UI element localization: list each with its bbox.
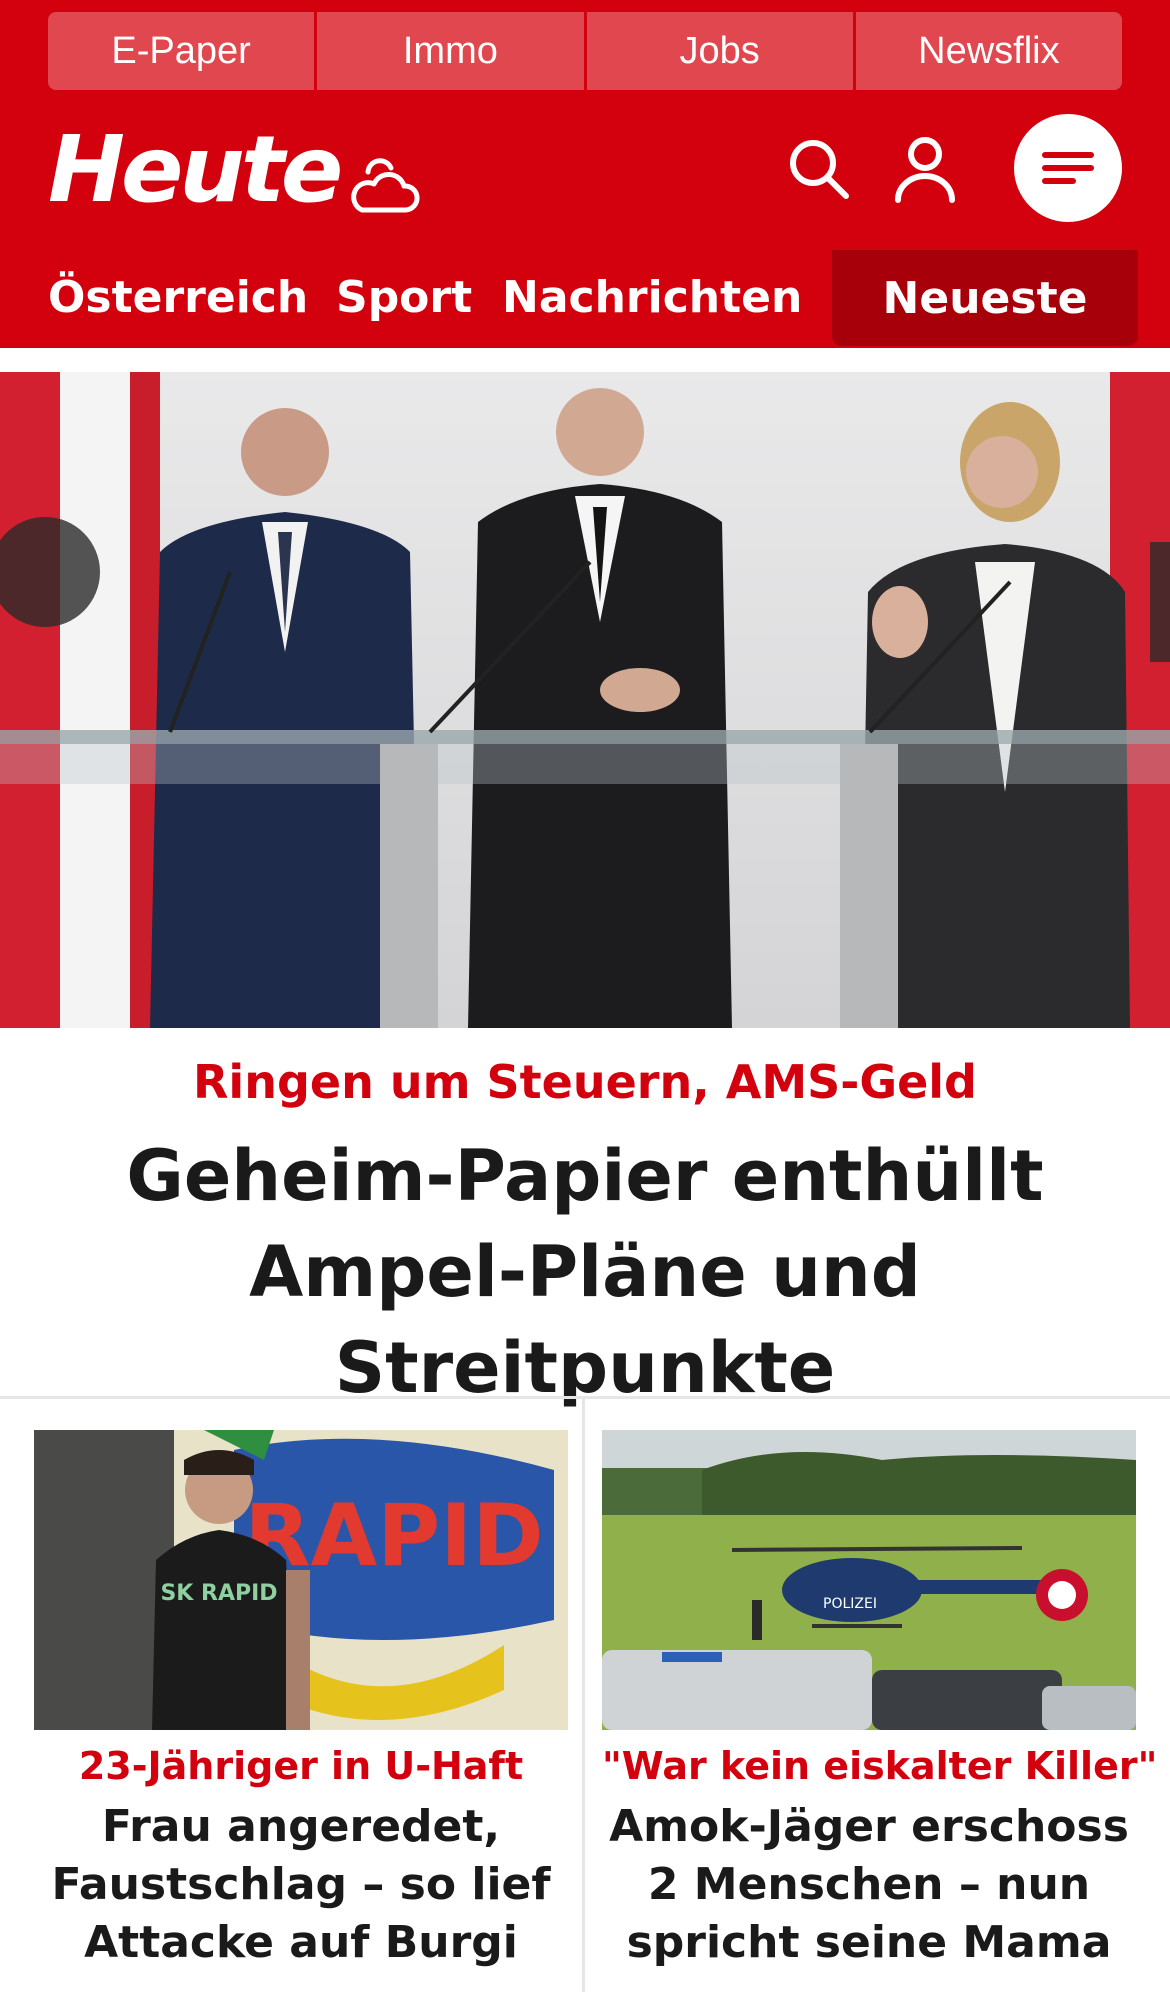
article-image-rapid[interactable]: RAPID SK RAPID [34,1430,568,1730]
card-title[interactable]: Amok-Jäger erschoss 2 Menschen – nun spr… [602,1798,1136,1972]
top-links-bar: E-Paper Immo Jobs Newsflix [48,12,1122,90]
article-card-rapid[interactable]: RAPID SK RAPID 23-Jähriger in U-Haft Fra… [34,1430,568,1972]
search-icon[interactable] [786,136,852,202]
hero-headline[interactable]: Geheim-Papier enthüllt Ampel-Pläne und S… [30,1128,1140,1416]
nav-item-oesterreich[interactable]: Österreich [48,272,308,323]
top-link-epaper[interactable]: E-Paper [48,12,315,90]
card-kicker[interactable]: "War kein eiskalter Killer" [602,1744,1157,1788]
top-link-immo[interactable]: Immo [317,12,584,90]
menu-button[interactable] [1014,114,1122,222]
nav-item-sport[interactable]: Sport [336,272,472,323]
site-header: E-Paper Immo Jobs Newsflix Heute Österre… [0,0,1170,348]
helicopter-text: POLIZEI [823,1596,877,1612]
site-logo[interactable]: Heute [48,124,343,216]
hero-kicker[interactable]: Ringen um Steuern, AMS-Geld [0,1055,1170,1109]
section-nav: Österreich Sport Nachrichten Neueste [0,250,1170,348]
article-card-police[interactable]: POLIZEI "War kein eiskalter Killer" Amok… [602,1430,1157,1972]
user-icon[interactable] [892,134,958,204]
card-title[interactable]: Frau angeredet, Faustschlag – so lief At… [34,1798,568,1972]
weather-cloud-sun-icon[interactable] [346,150,422,216]
card-kicker[interactable]: 23-Jähriger in U-Haft [34,1744,568,1788]
article-image-police[interactable]: POLIZEI [602,1430,1136,1730]
nav-item-neueste[interactable]: Neueste [832,250,1138,346]
menu-icon [1042,152,1094,184]
top-link-jobs[interactable]: Jobs [586,12,853,90]
section-divider [0,1396,1170,1399]
shirt-text: SK RAPID [160,1581,277,1606]
nav-item-nachrichten[interactable]: Nachrichten [502,272,802,323]
top-link-newsflix[interactable]: Newsflix [855,12,1122,90]
column-divider [582,1398,585,1992]
hero-image[interactable] [0,372,1170,1028]
